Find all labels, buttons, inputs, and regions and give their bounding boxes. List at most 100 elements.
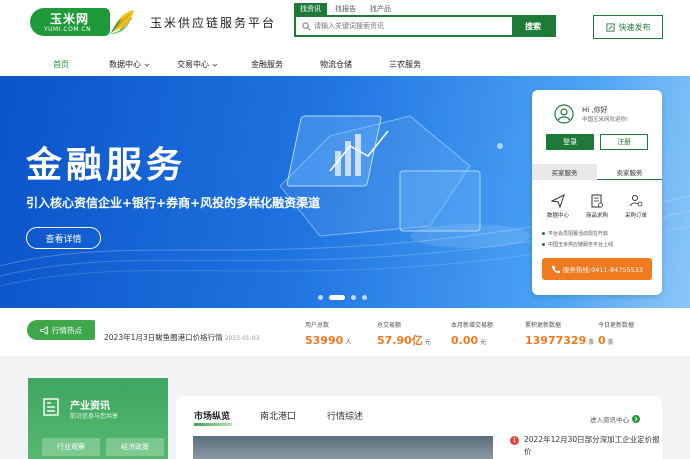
notice-item[interactable]: 中国玉米供应链服务平台上线 (542, 241, 613, 248)
stat-label: 用户总数 (305, 322, 330, 329)
platform-title: 玉米供应链服务平台 (150, 16, 277, 30)
market-hot-tag: 行情热点 (27, 320, 95, 340)
nav-item-label: 三农服务 (389, 60, 421, 69)
market-hot-label: 行情热点 (52, 325, 82, 335)
tab-buyer-services[interactable]: 买家服务 (532, 164, 597, 180)
stat-label: 累积更新数据 (525, 322, 562, 329)
search-button[interactable]: 搜索 (512, 17, 554, 35)
news-thumbnail[interactable] (193, 436, 493, 459)
industry-observation-button[interactable]: 行业观察 (42, 438, 100, 456)
phone-icon (551, 264, 560, 273)
nav-item-label: 交易中心 (177, 60, 209, 69)
service-tabs: 买家服务 卖家服务 (532, 164, 662, 180)
carousel-dot[interactable] (351, 295, 356, 300)
service-label: 数据中心 (546, 213, 569, 219)
site-logo[interactable]: 玉米网 YUMI.COM.CN (30, 4, 134, 40)
megaphone-icon (40, 325, 48, 335)
news-center-link[interactable]: 进入资讯中心 (590, 414, 640, 424)
carousel-dots (318, 295, 367, 300)
view-details-button[interactable]: 查看详情 (26, 227, 101, 249)
nav-item-trade-center[interactable]: 交易中心 (177, 59, 218, 70)
stat-total-users: 用户总数 53990 人 (305, 320, 351, 348)
notice-text: 平台会员招募活动现在开启 (548, 231, 609, 237)
nav-item-label: 首页 (53, 60, 69, 69)
search-tab-reports[interactable]: 找报告 (329, 3, 362, 15)
search-tab-products[interactable]: 找产品 (364, 3, 397, 15)
send-icon (551, 194, 565, 208)
nav-item-finance[interactable]: 金融服务 (251, 59, 283, 70)
quick-publish-button[interactable]: 快速发布 (593, 15, 663, 39)
tab-market-overview[interactable]: 市场纵览 (194, 409, 230, 422)
stat-label: 本月新增交易额 (451, 322, 494, 329)
economic-policy-button[interactable]: 经济政策 (106, 438, 164, 456)
banner-title: 金融服务 (26, 145, 187, 186)
greeting-text: Hi ,你好 (582, 106, 608, 114)
corn-icon (110, 10, 134, 34)
search-tabs: 找资讯 找报告 找产品 (294, 3, 397, 15)
nav-item-data-center[interactable]: 数据中心 (109, 59, 150, 70)
stat-label: 总交易额 (377, 322, 402, 329)
welcome-text: 中国玉米网欢迎你! (582, 117, 629, 123)
tab-seller-services[interactable]: 卖家服务 (597, 164, 662, 180)
tab-market-summary[interactable]: 行情综述 (327, 409, 363, 422)
content-area: 产业资讯 前沿信息与您共享 行业观察 经济政策 市场纵览 南北港口 行情综述 进… (0, 356, 690, 459)
bullet-icon (542, 232, 545, 235)
carousel-dot-active[interactable] (329, 295, 345, 300)
service-purchase-order[interactable]: 采购订单 (618, 194, 654, 219)
stat-value: 53990 (305, 334, 344, 347)
stat-value: 0 (598, 334, 606, 347)
stat-value: 13977329 (525, 334, 587, 347)
nav-item-logistics[interactable]: 物流仓储 (320, 59, 352, 70)
stat-cumulative-data: 累积更新数据 13977329 条 (525, 320, 594, 348)
industry-news-title: 产业资讯 (70, 401, 110, 412)
stat-value: 0.00 (451, 334, 479, 347)
stat-unit: 条 (607, 339, 614, 346)
carousel-dot[interactable] (318, 295, 323, 300)
document-icon (591, 194, 603, 208)
edit-icon (605, 22, 615, 32)
stat-unit: 条 (588, 339, 595, 346)
hot-headline-text: 2023年1月3日鲅鱼圈港口价格行情 (104, 333, 223, 342)
service-hotline-button[interactable]: 服务热线:0411-84755533 (542, 258, 652, 280)
active-tab-underline (194, 423, 232, 426)
nav-item-agriculture[interactable]: 三农服务 (389, 59, 421, 70)
nav-item-label: 数据中心 (109, 60, 141, 69)
stat-unit: 人 (345, 339, 352, 346)
industry-news-panel: 产业资讯 前沿信息与您共享 行业观察 经济政策 (28, 378, 168, 459)
search-input[interactable] (314, 17, 510, 35)
search-tab-news[interactable]: 找资讯 (294, 3, 327, 15)
news-center-label: 进入资讯中心 (590, 416, 629, 424)
service-label: 商品求购 (585, 213, 608, 219)
nav-item-label: 金融服务 (251, 60, 283, 69)
service-data-center[interactable]: 数据中心 (540, 194, 576, 219)
user-order-icon (630, 195, 643, 207)
news-headline: 2022年12月30日部分深加工企业定价报价 (524, 435, 660, 456)
nav-item-home[interactable]: 首页 (53, 59, 69, 70)
stats-bar: 行情热点 2023年1月3日鲅鱼圈港口价格行情 2023-01-03 用户总数 5… (0, 308, 690, 356)
tab-ports[interactable]: 南北港口 (260, 409, 296, 422)
service-purchase-request[interactable]: 商品求购 (579, 194, 615, 219)
industry-news-subtitle: 前沿信息与您共享 (70, 413, 119, 420)
search-box: 搜索 (294, 15, 556, 37)
avatar-icon (554, 104, 574, 124)
register-button[interactable]: 注册 (600, 134, 648, 150)
stat-total-volume: 总交易额 57.90亿元 (377, 320, 431, 348)
logo-text: 玉米网 (50, 12, 90, 26)
stat-unit: 元 (424, 339, 431, 346)
arrow-right-circle-icon (632, 415, 640, 423)
notice-item[interactable]: 平台会员招募活动现在开启 (542, 230, 608, 237)
carousel-dot[interactable] (362, 295, 367, 300)
login-button[interactable]: 登录 (546, 134, 594, 150)
news-document-icon (43, 398, 59, 416)
market-hot-headline[interactable]: 2023年1月3日鲅鱼圈港口价格行情 2023-01-03 (104, 332, 260, 343)
stat-today-data: 今日更新数据 0条 (598, 320, 634, 348)
news-panel: 市场纵览 南北港口 行情综述 进入资讯中心 1 2022年12月30日部分深加工… (176, 396, 662, 459)
hot-headline-date: 2023-01-03 (224, 335, 260, 342)
site-header: 玉米网 YUMI.COM.CN 玉米供应链服务平台 找资讯 找报告 找产品 搜索… (0, 0, 690, 48)
bullet-icon (542, 243, 545, 246)
stat-unit: 元 (480, 339, 487, 346)
banner-subtitle: 引入核心资信企业+银行+券商+风投的多样化融资渠道 (26, 196, 321, 210)
login-card: Hi ,你好 中国玉米网欢迎你! 登录 注册 买家服务 卖家服务 数据中心 商品… (532, 90, 662, 295)
main-nav: 首页 数据中心 交易中心 金融服务 物流仓储 三农服务 (0, 54, 690, 76)
stat-value: 57.90亿 (377, 334, 423, 347)
